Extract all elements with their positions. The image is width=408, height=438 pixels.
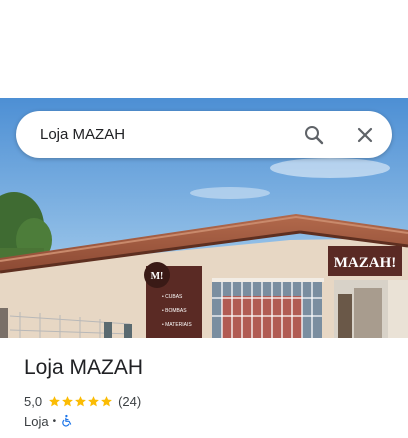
review-count[interactable]: (24) — [118, 394, 141, 409]
star-icon — [101, 395, 112, 406]
separator-dot: • — [52, 415, 57, 427]
place-info-panel[interactable]: Loja MAZAH 5,0 (24) Loja • — [0, 338, 408, 438]
star-icon — [49, 395, 60, 406]
panel-logo: M! — [151, 271, 164, 282]
place-category: Loja — [24, 413, 49, 429]
panel-item: • BOMBAS — [162, 308, 187, 314]
category-row: Loja • — [24, 412, 74, 430]
search-icon[interactable] — [302, 123, 326, 147]
star-rating — [48, 395, 113, 408]
rating-value: 5,0 — [24, 393, 43, 409]
store-sign-text: MAZAH! — [334, 255, 397, 271]
search-input[interactable]: Loja MAZAH — [40, 111, 125, 158]
place-title: Loja MAZAH — [24, 356, 144, 379]
panel-item: • CUBAS — [162, 294, 183, 300]
star-icon — [62, 395, 73, 406]
wheelchair-icon — [62, 414, 72, 427]
close-icon[interactable] — [353, 123, 377, 147]
rating-row[interactable]: 5,0 (24) — [24, 392, 141, 410]
star-icon — [88, 395, 99, 406]
search-bar[interactable]: Loja MAZAH — [16, 111, 392, 158]
star-icon — [75, 395, 86, 406]
panel-item: • MATERIAIS — [162, 322, 192, 328]
